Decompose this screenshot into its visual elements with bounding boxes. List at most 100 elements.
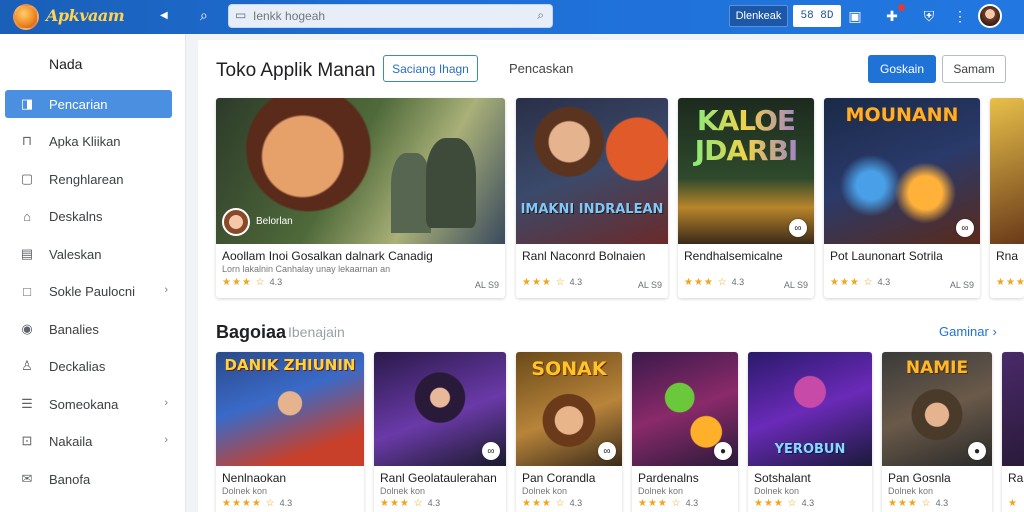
game-art: KALOE JDARBI ∞ <box>678 98 814 244</box>
sidebar-item-pencarian[interactable]: ◨ Pencarian <box>5 90 172 118</box>
chevron-right-icon: › <box>164 434 168 446</box>
game-card[interactable]: ∞ Ranl Geolataulerahan Dolnek kon ★★★ ☆ 4… <box>374 352 506 512</box>
more-vert-icon[interactable]: ⋮ <box>950 6 970 26</box>
section-subtitle: Ibenajain <box>288 324 345 340</box>
sidebar-item-renghlarean[interactable]: ▢ Renghlarean <box>5 165 172 193</box>
card-title: Ranl Naconrd Bolnaien <box>522 249 646 263</box>
game-art: IMAKNI INDRALEAN <box>516 98 668 244</box>
game-card[interactable]: ● Pardenalns Dolnek kon ★★★ ☆ 4.3 <box>632 352 738 512</box>
card-meta: AL S9 <box>783 280 808 290</box>
art-label: Belorlan <box>256 216 293 227</box>
game-card[interactable]: DANIK ZHIUNIN Nenlnaokan Dolnek kon ★★★★… <box>216 352 364 512</box>
art-logo-text: DANIK ZHIUNIN <box>224 356 356 374</box>
app-icon <box>222 208 250 236</box>
primary-button[interactable]: Goskain <box>868 55 936 83</box>
sidebar-item-someokana[interactable]: ☰ Someokana › <box>5 390 172 418</box>
sidebar-item-sokle[interactable]: □ Sokle Paulocni › <box>5 277 172 305</box>
chevron-right-icon: › <box>164 397 168 409</box>
controller-icon: ● <box>968 442 986 460</box>
search-field[interactable]: ▭ ⌕ <box>228 4 553 28</box>
card-title: Aoollam Inoi Gosalkan dalnark Canadig <box>222 249 433 263</box>
sidebar-item-label: Nakaila <box>49 434 93 449</box>
star-rating: ★★★ ☆ 4.3 <box>638 498 699 509</box>
art-logo-text: SONAK <box>531 358 607 380</box>
sidebar-heading: Nada <box>49 56 83 72</box>
shield-icon[interactable]: ⛨ <box>919 6 939 26</box>
sidebar-item-banalies[interactable]: ◉ Banalies <box>5 315 172 343</box>
game-art: ● <box>632 352 738 466</box>
card-subtitle: Dolnek kon <box>754 486 800 496</box>
card-title: Pot Launonart Sotrila <box>830 249 943 263</box>
sidebar-item-nakaila[interactable]: ⊡ Nakaila › <box>5 427 172 455</box>
game-card[interactable]: Ran ★ <box>1002 352 1024 512</box>
search-input[interactable] <box>253 8 523 24</box>
star-rating: ★★★ ☆ 4.3 <box>222 277 283 288</box>
star-rating: ★★★ ☆ 4.3 <box>754 498 815 509</box>
featured-card[interactable]: MOUNANN ∞ Pot Launonart Sotrila ★★★ ☆ 4.3… <box>824 98 980 298</box>
star-rating: ★★★ ☆ 4.3 <box>684 277 745 288</box>
controller-icon: ● <box>714 442 732 460</box>
game-art: SONAK ∞ <box>516 352 622 466</box>
star-rating: ★★★★ ☆ 4.3 <box>222 498 293 509</box>
section-title: Bagoiaa <box>216 322 287 342</box>
sidebar: Nada ◨ Pencarian ⊓ Apka Kliikan ▢ Renghl… <box>0 34 186 512</box>
star-rating: ★★★ ☆ 4.3 <box>522 498 583 509</box>
game-art: DANIK ZHIUNIN <box>216 352 364 466</box>
featured-card[interactable]: Belorlan Aoollam Inoi Gosalkan dalnark C… <box>216 98 505 298</box>
controller-icon: ∞ <box>598 442 616 460</box>
card-title: Pan Gosnla <box>888 471 951 485</box>
sidebar-item-label: Banofa <box>49 472 91 487</box>
game-card[interactable]: NAMIE ● Pan Gosnla Dolnek kon ★★★ ☆ 4.3 <box>882 352 992 512</box>
pin-icon: ◉ <box>21 321 33 336</box>
search-icon[interactable]: ⌕ <box>200 7 208 24</box>
see-all-link[interactable]: Gaminar › <box>939 324 997 339</box>
sidebar-item-label: Apka Kliikan <box>49 134 121 149</box>
game-art: Belorlan <box>216 98 505 244</box>
star-rating: ★★★ <box>996 277 1024 288</box>
art-logo-text: YEROBUN <box>774 442 846 457</box>
featured-card[interactable]: KALOE JDARBI ∞ Rendhalsemicalne ★★★ ☆ 4.3… <box>678 98 814 298</box>
counter-badge[interactable]: 58 8D <box>793 5 841 27</box>
notification-dot <box>898 4 905 11</box>
sidebar-item-apka[interactable]: ⊓ Apka Kliikan <box>5 127 172 155</box>
game-art: ∞ <box>374 352 506 466</box>
star-rating: ★★★ ☆ 4.3 <box>888 498 949 509</box>
featured-card[interactable]: IMAKNI INDRALEAN Ranl Naconrd Bolnaien ★… <box>516 98 668 298</box>
image-icon[interactable]: ▣ <box>845 6 865 26</box>
search-submit-icon[interactable]: ⌕ <box>537 8 544 23</box>
game-card[interactable]: YEROBUN Sotshalant Dolnek kon ★★★ ☆ 4.3 <box>748 352 872 512</box>
controller-icon: ∞ <box>789 219 807 237</box>
bookmark-icon: ◨ <box>20 96 34 111</box>
avatar[interactable] <box>978 4 1002 28</box>
card-subtitle: Lorn lakalnin Canhalay unay lekaarnan an <box>222 264 391 274</box>
search-field-icon: ▭ <box>235 8 247 22</box>
game-art <box>990 98 1024 244</box>
game-card[interactable]: SONAK ∞ Pan Corandla Dolnek kon ★★★ ☆ 4.3 <box>516 352 622 512</box>
browser-icon: ▤ <box>20 246 34 261</box>
sidebar-item-deckalias[interactable]: ♙ Deckalias <box>5 352 172 380</box>
card-subtitle: Dolnek kon <box>380 486 426 496</box>
card-title: Nenlnaokan <box>222 471 287 485</box>
app-logo-text[interactable]: Apkvaam <box>46 6 125 25</box>
chevron-right-icon: › <box>164 284 168 296</box>
art-logo-text: MOUNANN <box>845 104 959 126</box>
tablet-icon: ▢ <box>20 171 34 186</box>
app-logo-icon[interactable] <box>13 4 39 30</box>
sidebar-item-label: Someokana <box>49 397 119 412</box>
download-button[interactable]: Dlenkeak <box>729 5 788 27</box>
sidebar-item-valeskan[interactable]: ▤ Valeskan <box>5 240 172 268</box>
secondary-button[interactable]: Samam <box>942 55 1006 83</box>
top-bar: Apkvaam ◀ ⌕ ▭ ⌕ Dlenkeak 58 8D ▣ ✚ ⛨ ⋮ <box>0 0 1024 34</box>
card-meta: AL S9 <box>637 280 662 290</box>
card-title: Sotshalant <box>754 471 811 485</box>
user-icon: ♙ <box>21 358 33 373</box>
sidebar-item-deskalns[interactable]: ⌂ Deskalns <box>5 202 172 230</box>
featured-card[interactable]: Rna ★★★ <box>990 98 1024 298</box>
sidebar-item-banofa[interactable]: ✉ Banofa <box>5 465 172 493</box>
sidebar-item-label: Banalies <box>49 322 99 337</box>
tab-other[interactable]: Pencaskan <box>509 61 573 76</box>
menu-caret-icon[interactable]: ◀ <box>160 10 168 21</box>
lock-icon: ⊡ <box>21 433 33 448</box>
tab-active[interactable]: Saciang Ihagn <box>383 55 478 82</box>
art-logo-text: NAMIE <box>905 358 969 378</box>
